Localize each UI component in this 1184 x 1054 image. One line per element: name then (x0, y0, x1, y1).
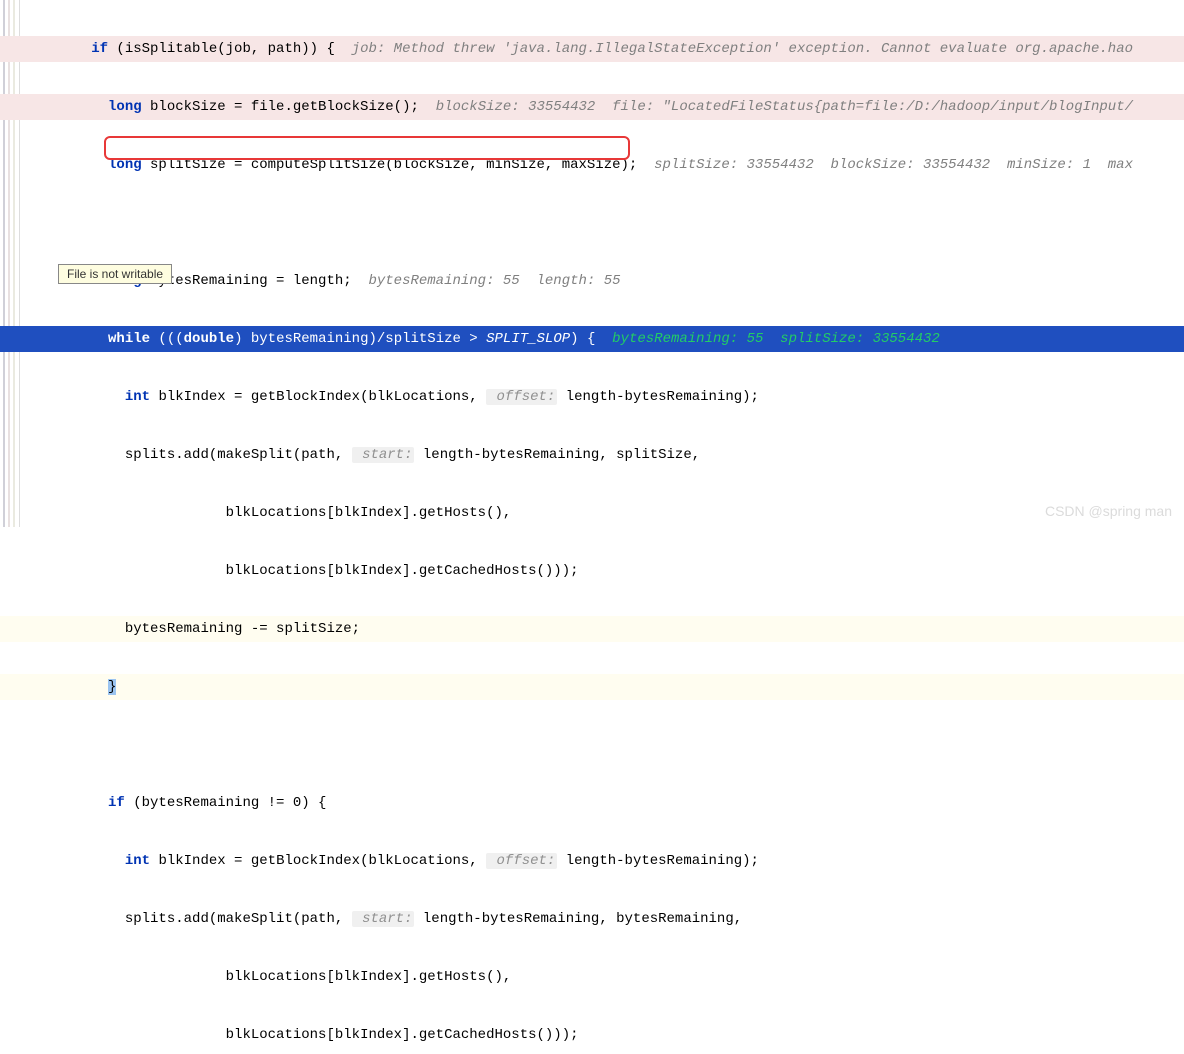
matching-brace: } (108, 679, 116, 695)
code-line: if (isSplitable(job, path)) { job: Metho… (0, 36, 1184, 62)
code-line: long blockSize = file.getBlockSize(); bl… (0, 94, 1184, 120)
code-line: long bytesRemaining = length; bytesRemai… (0, 268, 1184, 294)
inline-debug-comment: bytesRemaining: 55 length: 55 (368, 273, 620, 289)
code-editor[interactable]: if (isSplitable(job, path)) { job: Metho… (0, 0, 1184, 527)
keyword-long: long (108, 99, 142, 115)
code-line: blkLocations[blkIndex].getHosts(), (0, 500, 1184, 526)
constant-split-slop: SPLIT_SLOP (486, 331, 570, 347)
code-line-current-execution: while (((double) bytesRemaining)/splitSi… (0, 326, 1184, 352)
keyword-if: if (91, 41, 108, 57)
keyword-int: int (125, 389, 150, 405)
param-hint: offset: (486, 389, 557, 405)
code-line: bytesRemaining -= splitSize; (0, 616, 1184, 642)
code-line: splits.add(makeSplit(path, start: length… (0, 442, 1184, 468)
keyword-while: while (108, 331, 150, 347)
code-line: long splitSize = computeSplitSize(blockS… (0, 152, 1184, 178)
inline-debug-comment: job: Method threw 'java.lang.IllegalStat… (352, 41, 1133, 57)
code-line-blank (0, 210, 1184, 236)
code-line: } (0, 674, 1184, 700)
inline-debug-comment: bytesRemaining: 55 splitSize: 33554432 (612, 331, 940, 347)
csdn-watermark: CSDN @spring man (1045, 503, 1172, 519)
code-line: blkLocations[blkIndex].getCachedHosts())… (0, 558, 1184, 584)
inline-debug-comment: blockSize: 33554432 file: "LocatedFileSt… (436, 99, 1133, 115)
code-line: blkLocations[blkIndex].getHosts(), (0, 964, 1184, 990)
keyword-int: int (125, 853, 150, 869)
file-not-writable-tooltip: File is not writable (58, 264, 172, 284)
code-line-blank (0, 732, 1184, 758)
keyword-double: double (184, 331, 234, 347)
param-hint: start: (352, 911, 415, 927)
tooltip-text: File is not writable (67, 267, 163, 281)
keyword-if: if (108, 795, 125, 811)
code-line: int blkIndex = getBlockIndex(blkLocation… (0, 384, 1184, 410)
code-line: blkLocations[blkIndex].getCachedHosts())… (0, 1022, 1184, 1048)
param-hint: offset: (486, 853, 557, 869)
inline-debug-comment: splitSize: 33554432 blockSize: 33554432 … (654, 157, 1133, 173)
param-hint: start: (352, 447, 415, 463)
code-line: if (bytesRemaining != 0) { (0, 790, 1184, 816)
code-line: int blkIndex = getBlockIndex(blkLocation… (0, 848, 1184, 874)
code-line: splits.add(makeSplit(path, start: length… (0, 906, 1184, 932)
keyword-long: long (108, 157, 142, 173)
